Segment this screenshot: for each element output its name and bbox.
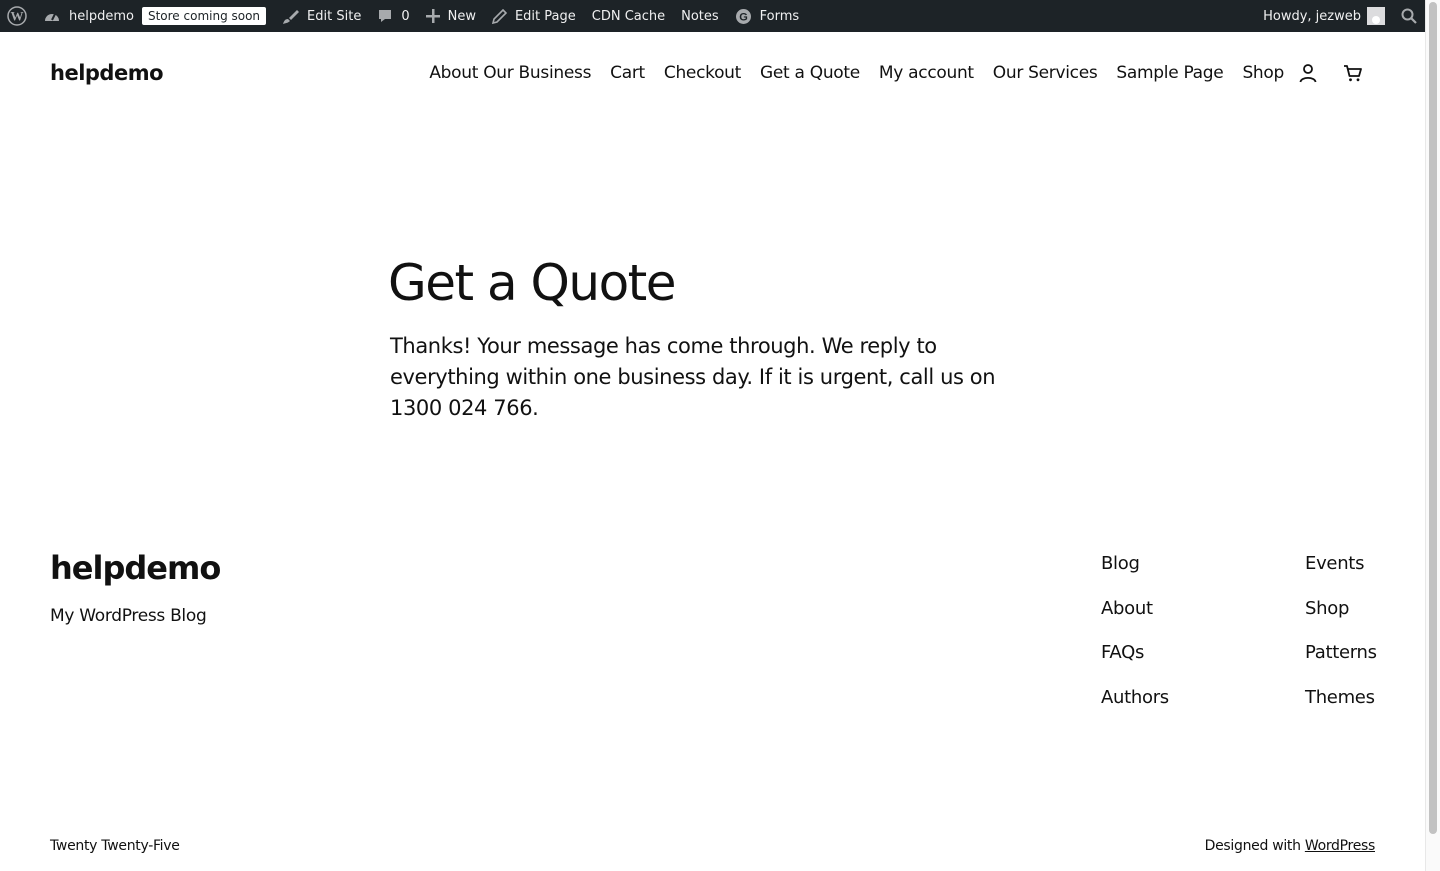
forms-menu[interactable]: G Forms	[727, 0, 808, 32]
footer-credit: Designed with WordPress	[1204, 838, 1376, 854]
notes-label: Notes	[681, 8, 719, 24]
search-icon	[1401, 8, 1417, 24]
mini-cart-button[interactable]	[1342, 62, 1364, 84]
footer-nav-column-2: Events Shop Patterns Themes	[1305, 550, 1377, 728]
new-content-menu[interactable]: New	[418, 0, 484, 32]
my-account-menu[interactable]: Howdy, jezweb	[1255, 0, 1393, 32]
page-title: Get a Quote	[388, 254, 677, 312]
nav-item-my-account[interactable]: My account	[879, 63, 974, 83]
brush-icon	[283, 9, 300, 24]
wordpress-menu[interactable]: W	[0, 0, 35, 32]
footer-link-themes[interactable]: Themes	[1305, 684, 1377, 729]
footer-site-title[interactable]: helpdemo	[50, 549, 221, 587]
edit-page-link[interactable]: Edit Page	[484, 0, 584, 32]
scrollbar-thumb[interactable]	[1429, 2, 1437, 834]
edit-site-label: Edit Site	[307, 8, 362, 24]
comments-count: 0	[401, 8, 410, 24]
primary-navigation: About Our Business Cart Checkout Get a Q…	[410, 62, 1364, 84]
svg-text:W: W	[11, 9, 24, 24]
nav-item-shop[interactable]: Shop	[1242, 63, 1284, 83]
footer-link-shop[interactable]: Shop	[1305, 595, 1377, 640]
howdy-label: Howdy, jezweb	[1263, 8, 1361, 24]
site-title[interactable]: helpdemo	[50, 61, 164, 85]
store-coming-soon-badge[interactable]: Store coming soon	[141, 0, 274, 32]
nav-item-get-a-quote[interactable]: Get a Quote	[760, 63, 860, 83]
store-badge-label: Store coming soon	[141, 7, 267, 25]
footer-link-events[interactable]: Events	[1305, 550, 1377, 595]
new-label: New	[447, 8, 476, 24]
edit-site-link[interactable]: Edit Site	[274, 0, 369, 32]
nav-item-our-services[interactable]: Our Services	[993, 63, 1098, 83]
footer-link-blog[interactable]: Blog	[1101, 550, 1169, 595]
forms-label: Forms	[759, 8, 800, 24]
cart-icon	[1344, 65, 1362, 82]
footer-nav-column-1: Blog About FAQs Authors	[1101, 550, 1169, 728]
avatar	[1367, 7, 1385, 25]
comment-icon	[379, 10, 392, 22]
nav-item-cart[interactable]: Cart	[610, 63, 645, 83]
pencil-icon	[491, 8, 507, 24]
cdn-cache-label: CDN Cache	[591, 8, 666, 24]
footer-link-about[interactable]: About	[1101, 595, 1169, 640]
footer-link-authors[interactable]: Authors	[1101, 684, 1169, 729]
account-icon	[1299, 64, 1317, 83]
footer-link-faqs[interactable]: FAQs	[1101, 639, 1169, 684]
confirmation-message: Thanks! Your message has come through. W…	[390, 334, 996, 420]
designed-with-label: Designed with	[1204, 838, 1301, 854]
nav-item-checkout[interactable]: Checkout	[664, 63, 741, 83]
admin-search[interactable]	[1393, 0, 1425, 32]
forms-icon: G	[735, 8, 751, 24]
wordpress-icon: W	[7, 6, 27, 26]
page-scrollbar[interactable]	[1425, 0, 1440, 871]
account-link[interactable]	[1297, 62, 1319, 84]
plus-icon	[425, 9, 440, 23]
notes-menu[interactable]: Notes	[673, 0, 727, 32]
svg-text:G: G	[739, 11, 748, 23]
nav-item-sample-page[interactable]: Sample Page	[1116, 63, 1223, 83]
site-name-label: helpdemo	[69, 8, 134, 24]
edit-page-label: Edit Page	[514, 8, 576, 24]
admin-bar-right: Howdy, jezweb	[1255, 0, 1425, 32]
site-name-menu[interactable]: helpdemo	[35, 0, 142, 32]
dashboard-icon	[45, 13, 59, 21]
cdn-cache-menu[interactable]: CDN Cache	[584, 0, 673, 32]
footer-theme-name: Twenty Twenty-Five	[50, 838, 180, 854]
nav-item-about-our-business[interactable]: About Our Business	[429, 63, 591, 83]
comments-link[interactable]: 0	[369, 0, 417, 32]
admin-bar: W helpdemo Store coming soon Edit Site 0…	[0, 0, 1425, 32]
wordpress-link[interactable]: WordPress	[1305, 838, 1375, 854]
footer-link-patterns[interactable]: Patterns	[1305, 639, 1377, 684]
footer-tagline: My WordPress Blog	[50, 606, 207, 626]
